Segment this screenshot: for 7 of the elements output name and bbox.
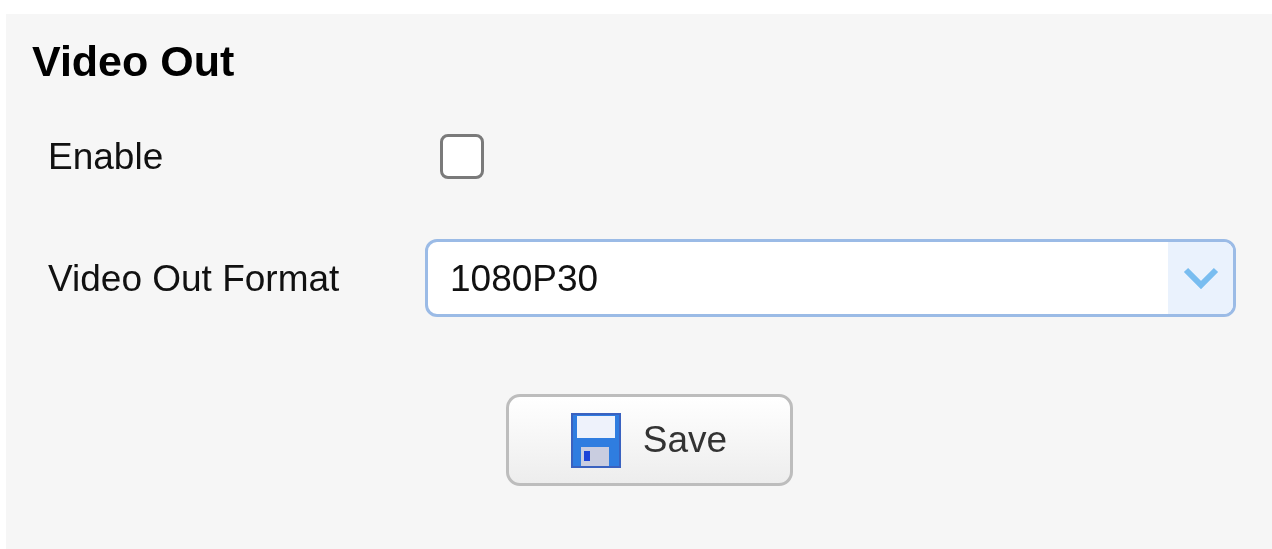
field-label: Video Out Format [48, 259, 341, 297]
chevron-down-icon [1182, 267, 1219, 289]
save-button[interactable]: Save [505, 394, 793, 486]
section-title: Video Out [32, 40, 235, 83]
enable-checkbox[interactable] [440, 133, 484, 179]
field-label: Enable [48, 137, 165, 175]
format-dropdown[interactable]: 1080P30 [425, 239, 1236, 317]
